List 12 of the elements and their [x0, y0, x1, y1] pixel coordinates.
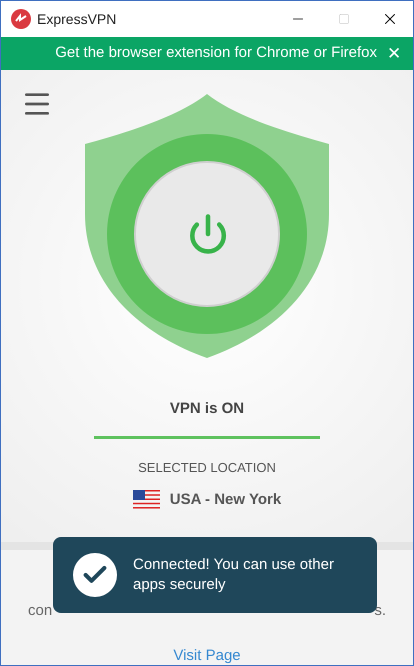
location-label: SELECTED LOCATION: [138, 458, 276, 476]
toast-text: Connected! You can use other apps securely: [133, 555, 335, 595]
window-title: ExpressVPN: [37, 10, 116, 29]
logo-icon: [11, 9, 31, 29]
visit-page-link[interactable]: Visit Page: [173, 644, 241, 665]
status-text: VPN is ON: [170, 399, 244, 419]
check-icon: [73, 553, 117, 597]
flag-icon: [132, 490, 160, 510]
banner-text: Get the browser extension for Chrome or Firefox: [55, 43, 377, 64]
info-text-fragment: con: [28, 601, 52, 621]
banner-close-button[interactable]: ✕: [387, 45, 401, 62]
location-name[interactable]: USA - New York: [170, 489, 282, 512]
